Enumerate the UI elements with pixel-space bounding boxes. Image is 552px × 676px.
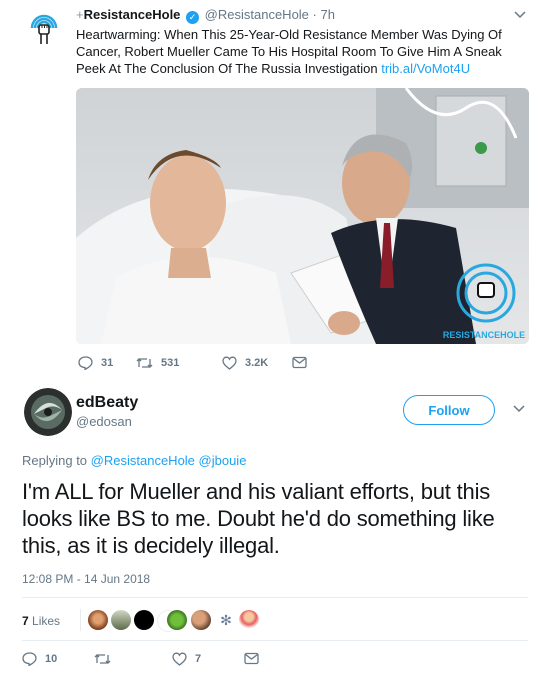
reply-icon: [78, 356, 93, 370]
liker-avatar[interactable]: [167, 610, 187, 630]
quoted-author-name[interactable]: ResistanceHole: [84, 7, 181, 22]
image-watermark: RESISTANCEHOLE: [443, 330, 525, 340]
chevron-down-icon[interactable]: [513, 402, 525, 416]
replying-to-handles[interactable]: @ResistanceHole @jbouie: [91, 453, 247, 468]
likes-total: 7: [22, 614, 29, 628]
retweet-count: 531: [161, 357, 180, 369]
heart-icon: [222, 356, 237, 370]
user-avatar-image: [24, 388, 72, 436]
reply-count: 10: [45, 653, 58, 665]
envelope-icon: [244, 652, 259, 665]
plus-sign: +: [76, 7, 84, 22]
chevron-down-icon[interactable]: [514, 8, 526, 22]
envelope-icon: [292, 356, 307, 369]
divider: [22, 597, 528, 598]
liker-avatar[interactable]: [111, 610, 131, 630]
hospital-room-photo: RESISTANCEHOLE: [76, 88, 529, 344]
replying-to-line: Replying to @ResistanceHole @jbouie: [22, 453, 246, 468]
edbeaty-avatar[interactable]: [24, 388, 72, 436]
message-action[interactable]: [292, 356, 307, 369]
quoted-tweet-link[interactable]: trib.al/VoMot4U: [381, 61, 470, 76]
quoted-tweet-header: +ResistanceHole ✓ @ResistanceHole · 7h: [76, 7, 335, 24]
retweet-icon: [94, 654, 111, 664]
retweet-icon: [136, 358, 153, 368]
verified-badge-icon: ✓: [186, 11, 200, 24]
reply-author-handle[interactable]: @edosan: [76, 414, 132, 429]
quoted-tweet-text: Heartwarming: When This 25-Year-Old Resi…: [76, 26, 516, 77]
likes-word: Likes: [32, 614, 61, 628]
like-action[interactable]: 7: [172, 652, 201, 666]
reply-icon: [22, 652, 37, 666]
reply-action[interactable]: 31: [78, 356, 113, 370]
like-action[interactable]: 3.2K: [222, 356, 268, 370]
retweet-action[interactable]: [94, 652, 111, 666]
raised-fist-logo-icon: [30, 14, 58, 44]
message-action[interactable]: [244, 652, 259, 665]
liker-avatar[interactable]: [134, 610, 154, 630]
retweet-action[interactable]: 531: [136, 356, 179, 370]
replying-to-prefix: Replying to: [22, 453, 88, 468]
reply-timestamp[interactable]: 12:08 PM - 14 Jun 2018: [22, 572, 150, 586]
reply-author-name[interactable]: edBeaty: [76, 394, 138, 412]
follow-button[interactable]: Follow: [403, 395, 495, 425]
resistancehole-avatar[interactable]: [24, 8, 64, 48]
liker-avatar[interactable]: [88, 610, 108, 630]
reply-count: 31: [101, 357, 114, 369]
divider: [22, 640, 528, 641]
liker-avatar[interactable]: [191, 610, 211, 630]
separator-dot: ·: [312, 7, 317, 22]
likes-separator: [80, 609, 81, 631]
like-count: 3.2K: [245, 357, 269, 369]
heart-icon: [172, 652, 187, 666]
like-count: 7: [195, 653, 202, 665]
reply-tweet-text: I'm ALL for Mueller and his valiant effo…: [22, 479, 495, 558]
reply-action[interactable]: 10: [22, 652, 57, 666]
quoted-tweet-image[interactable]: RESISTANCEHOLE: [76, 88, 529, 344]
quoted-tweet-time[interactable]: 7h: [321, 7, 335, 22]
liker-avatar[interactable]: [239, 610, 259, 630]
likes-summary[interactable]: 7 Likes: [22, 614, 60, 628]
quoted-author-handle[interactable]: @ResistanceHole: [205, 7, 309, 22]
liker-avatar[interactable]: ✻: [216, 610, 236, 630]
